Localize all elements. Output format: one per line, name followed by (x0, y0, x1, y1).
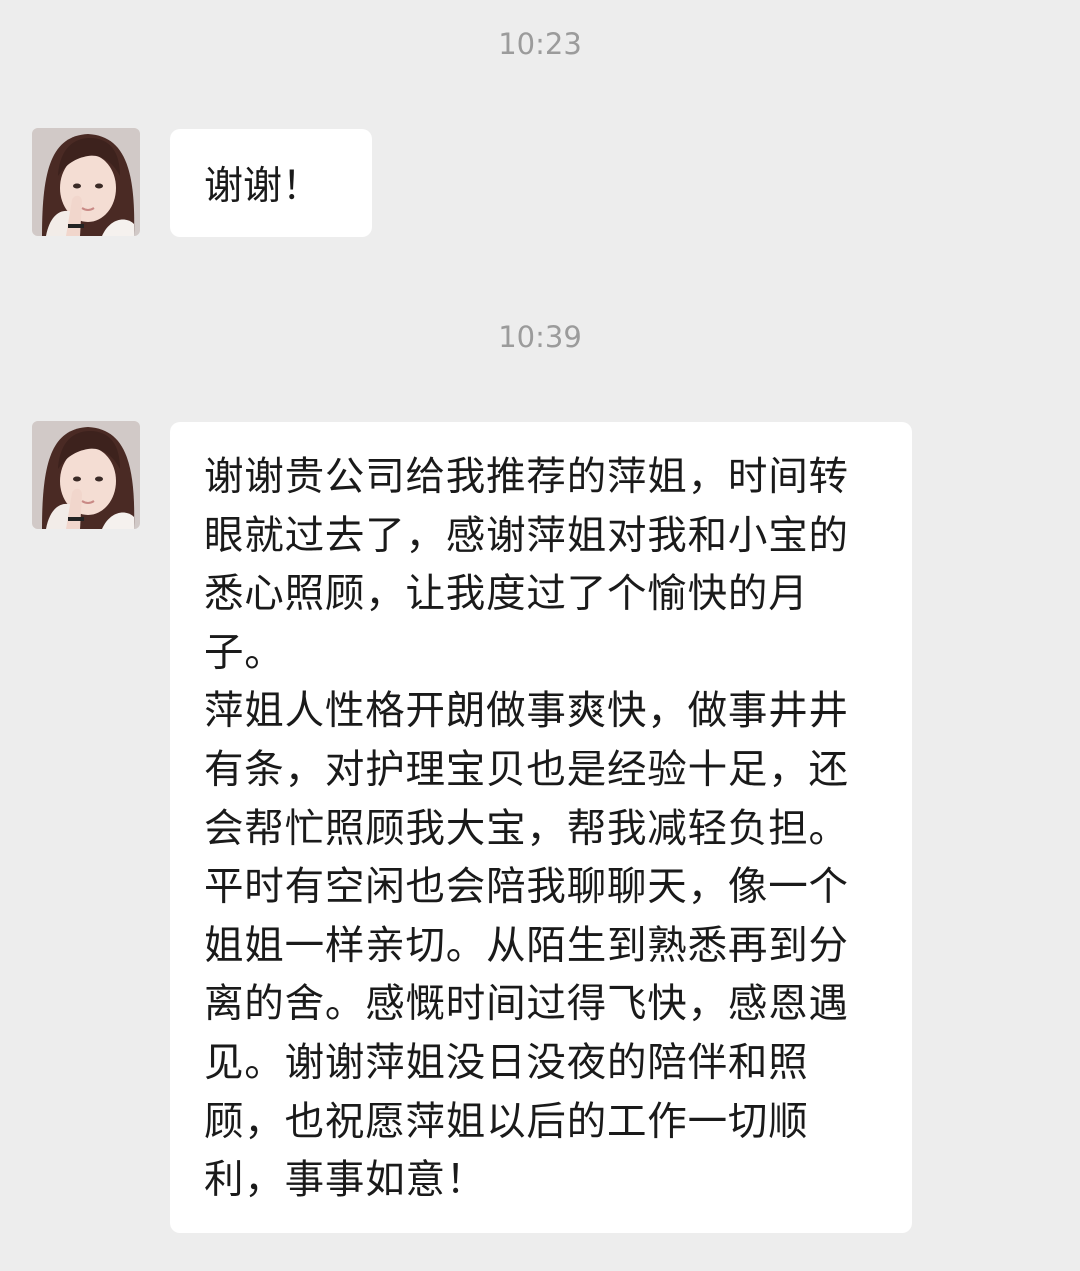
message-paragraph: 萍姐人性格开朗做事爽快，做事井井有条，对护理宝贝也是经验十足，还会帮忙照顾我大宝… (204, 688, 849, 1204)
girl-avatar-icon (32, 421, 140, 529)
contact-avatar[interactable] (32, 421, 140, 529)
message-timestamp: 10:39 (498, 320, 582, 354)
contact-avatar[interactable] (32, 128, 140, 236)
message-paragraph: 谢谢贵公司给我推荐的萍姐，时间转眼就过去了，感谢萍姐对我和小宝的悉心照顾，让我度… (204, 454, 849, 676)
chat-window: 10:23 谢谢！ 10:39 谢谢贵公司给我推荐的萍姐，时间转眼就过去了，感谢… (0, 0, 1080, 1271)
message-bubble[interactable]: 谢谢！ (170, 129, 372, 237)
girl-avatar-icon (32, 128, 140, 236)
message-timestamp: 10:23 (498, 27, 582, 61)
message-bubble[interactable]: 谢谢贵公司给我推荐的萍姐，时间转眼就过去了，感谢萍姐对我和小宝的悉心照顾，让我度… (170, 422, 912, 1233)
message-text: 谢谢！ (204, 164, 322, 209)
